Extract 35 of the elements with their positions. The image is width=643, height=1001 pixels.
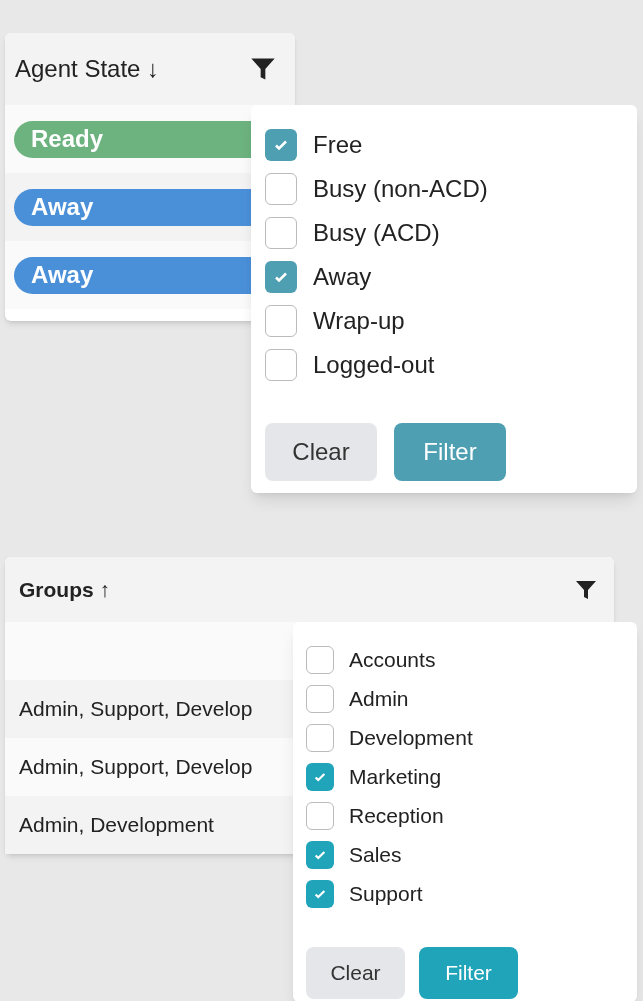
- table-cell-text: Admin, Development: [19, 812, 214, 839]
- column-title: Groups ↑: [19, 576, 110, 603]
- checkbox[interactable]: [265, 217, 297, 249]
- option-label[interactable]: Busy (non-ACD): [313, 171, 488, 207]
- checkbox[interactable]: [306, 840, 334, 869]
- table-cell-text: Admin, Support, Develop: [19, 754, 253, 781]
- checkbox[interactable]: [306, 879, 334, 908]
- option-label[interactable]: Sales: [349, 838, 402, 871]
- checkbox[interactable]: [306, 645, 334, 674]
- clear-button[interactable]: Clear: [265, 423, 377, 481]
- column-header[interactable]: Agent State ↓: [5, 33, 295, 105]
- column-header[interactable]: Groups ↑: [5, 557, 614, 622]
- option-label[interactable]: Logged-out: [313, 347, 435, 383]
- option-label[interactable]: Admin: [349, 682, 409, 715]
- checkbox[interactable]: [265, 305, 297, 337]
- checkbox[interactable]: [265, 261, 297, 293]
- option-label[interactable]: Accounts: [349, 643, 436, 676]
- table-cell-text: Admin, Support, Develop: [19, 696, 253, 723]
- checkbox[interactable]: [265, 173, 297, 205]
- option-label[interactable]: Marketing: [349, 760, 442, 793]
- option-label[interactable]: Free: [313, 127, 363, 163]
- option-label[interactable]: Development: [349, 721, 473, 754]
- option-label[interactable]: Wrap-up: [313, 303, 405, 339]
- checkbox[interactable]: [306, 801, 334, 830]
- clear-button[interactable]: Clear: [306, 947, 405, 999]
- checkbox[interactable]: [265, 129, 297, 161]
- option-label[interactable]: Reception: [349, 799, 444, 832]
- option-label[interactable]: Away: [313, 259, 372, 295]
- column-title: Agent State ↓: [15, 54, 160, 84]
- option-label[interactable]: Support: [349, 877, 423, 910]
- checkbox[interactable]: [306, 723, 334, 752]
- checkbox[interactable]: [306, 684, 334, 713]
- option-label[interactable]: Busy (ACD): [313, 215, 440, 251]
- checkbox[interactable]: [306, 762, 334, 791]
- checkbox[interactable]: [265, 349, 297, 381]
